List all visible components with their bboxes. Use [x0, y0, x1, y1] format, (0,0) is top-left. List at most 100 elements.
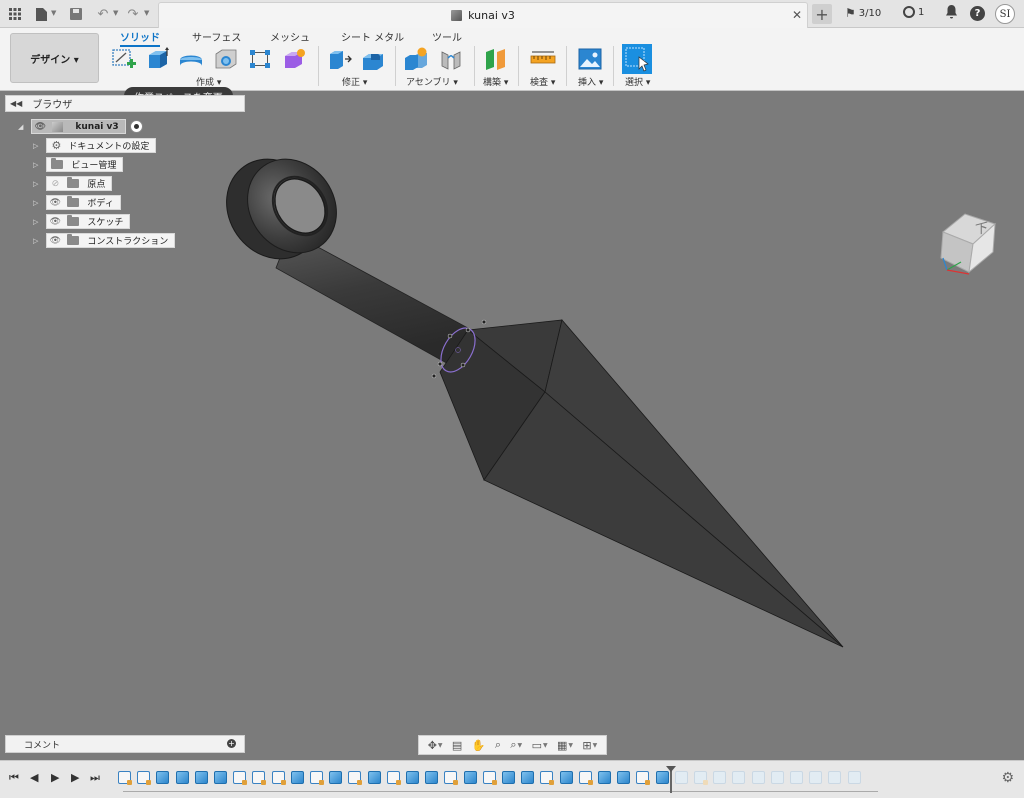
go-to-start-icon[interactable]: ⏮	[9, 771, 19, 785]
timeline-feature-icon[interactable]	[655, 771, 669, 784]
collapse-panel-icon[interactable]: ◀◀	[10, 99, 22, 108]
timeline-feature-icon[interactable]	[175, 771, 189, 784]
close-icon[interactable]: ✕	[792, 8, 802, 22]
step-forward-icon[interactable]: ▶	[71, 771, 79, 784]
timeline-sketch-icon[interactable]	[271, 771, 286, 785]
timeline-feature-icon[interactable]	[502, 771, 515, 784]
timeline-feature-icon[interactable]	[463, 771, 477, 784]
expand-arrow-icon[interactable]: ▷	[33, 218, 38, 226]
group-modify-label[interactable]: 修正 ▾	[342, 75, 367, 88]
timeline-feature-icon[interactable]	[214, 771, 227, 784]
timeline-feature-icon[interactable]	[406, 771, 419, 784]
timeline-feature-icon[interactable]	[156, 771, 170, 784]
view-cube[interactable]: 下	[935, 202, 1005, 280]
measure-icon[interactable]	[530, 46, 556, 72]
timeline-feature-icon[interactable]	[425, 771, 439, 784]
expand-arrow-icon[interactable]: ▷	[33, 199, 38, 207]
joint-icon[interactable]	[438, 46, 464, 72]
file-menu-caret-icon[interactable]: ▼	[51, 9, 56, 17]
tree-node[interactable]: ⚙ ドキュメントの設定	[46, 138, 157, 153]
orbit-icon[interactable]: ✥ ▼	[428, 739, 443, 752]
timeline-sketch-icon[interactable]	[694, 771, 708, 785]
offset-plane-icon[interactable]	[483, 46, 509, 72]
timeline-feature-icon[interactable]	[790, 771, 803, 784]
tree-node[interactable]: 👁 スケッチ	[46, 214, 131, 229]
timeline-sketch-icon[interactable]	[540, 771, 555, 785]
timeline-marker[interactable]	[666, 766, 676, 793]
activate-component-radio[interactable]	[129, 120, 143, 133]
document-tab[interactable]: kunai v3 ✕	[158, 2, 808, 28]
group-insert-label[interactable]: 挿入 ▾	[578, 75, 603, 88]
timeline-feature-icon[interactable]	[751, 771, 765, 784]
viewports-icon[interactable]: ⊞ ▼	[582, 739, 597, 752]
timeline-feature-icon[interactable]	[329, 771, 343, 784]
app-grid-icon[interactable]	[6, 5, 24, 23]
timeline-track[interactable]	[123, 788, 878, 792]
group-inspect-label[interactable]: 検査 ▾	[530, 75, 555, 88]
tree-node[interactable]: 👁 ボディ	[46, 195, 121, 210]
extrude-icon[interactable]	[145, 46, 171, 72]
eye-icon[interactable]: 👁	[47, 236, 63, 246]
expand-arrow-icon[interactable]: ▷	[33, 237, 38, 245]
bell-icon[interactable]	[945, 5, 958, 23]
timeline-feature-icon[interactable]	[713, 771, 727, 784]
insert-image-icon[interactable]	[577, 46, 603, 72]
undo-icon[interactable]: ↶	[94, 5, 112, 23]
undo-caret-icon[interactable]: ▼	[113, 9, 118, 17]
timeline-sketch-icon[interactable]	[482, 771, 497, 785]
timeline-feature-icon[interactable]	[194, 771, 208, 784]
timeline-sketch-icon[interactable]	[444, 771, 459, 785]
canvas-viewport[interactable]: 下	[0, 92, 1024, 757]
kunai-model[interactable]	[0, 92, 1024, 757]
tree-node[interactable]: 👁 コンストラクション	[46, 233, 176, 248]
timeline-sketch-icon[interactable]	[118, 771, 132, 785]
timeline-sketch-icon[interactable]	[252, 771, 267, 785]
pattern-icon[interactable]	[247, 46, 273, 72]
tree-node[interactable]: ビュー管理	[46, 157, 124, 172]
tree-item-named-views[interactable]: ▷ ビュー管理	[33, 157, 124, 172]
fillet-icon[interactable]	[360, 46, 386, 72]
grid-snaps-icon[interactable]: ▦ ▼	[557, 739, 573, 752]
timeline-sketch-icon[interactable]	[348, 771, 363, 785]
timeline-feature-icon[interactable]	[559, 771, 573, 784]
redo-caret-icon[interactable]: ▼	[144, 9, 149, 17]
timeline-feature-icon[interactable]	[674, 771, 688, 784]
step-back-icon[interactable]: ◀	[30, 771, 38, 784]
tree-item-sketches[interactable]: ▷ 👁 スケッチ	[33, 214, 131, 229]
fit-icon[interactable]: ⌕ ▼	[510, 738, 522, 752]
tree-node[interactable]: ⊘ 原点	[46, 176, 113, 191]
timeline-feature-icon[interactable]	[770, 771, 784, 784]
group-construct-label[interactable]: 構築 ▾	[483, 75, 508, 88]
eye-icon[interactable]: 👁	[32, 122, 48, 132]
create-form-icon[interactable]	[281, 46, 307, 72]
help-icon[interactable]: ?	[970, 6, 985, 21]
timeline-feature-icon[interactable]	[809, 771, 823, 784]
timeline-feature-icon[interactable]	[847, 771, 861, 784]
tab-solid[interactable]: ソリッド	[120, 29, 160, 47]
new-tab-button[interactable]: +	[812, 4, 832, 24]
timeline-feature-icon[interactable]	[828, 771, 842, 784]
create-sketch-icon[interactable]	[111, 46, 137, 72]
save-icon[interactable]	[67, 5, 85, 23]
add-comment-icon[interactable]: +	[227, 739, 236, 748]
expand-arrow-icon[interactable]: ▷	[33, 142, 38, 150]
timeline-feature-icon[interactable]	[367, 771, 381, 784]
new-component-icon[interactable]	[403, 46, 429, 72]
comments-panel[interactable]: コメント +	[5, 735, 245, 753]
browser-panel-header[interactable]: ◀◀ ブラウザ	[5, 95, 245, 112]
group-assembly-label[interactable]: アセンブリ ▾	[406, 75, 458, 88]
tree-node-root[interactable]: 👁 kunai v3	[31, 119, 126, 134]
tree-item-construction[interactable]: ▷ 👁 コンストラクション	[33, 233, 176, 248]
tab-sheet-metal[interactable]: シート メタル	[341, 29, 404, 44]
timeline-sketch-icon[interactable]	[233, 771, 248, 785]
timeline-sketch-icon[interactable]	[310, 771, 324, 785]
notification-center[interactable]: 1	[903, 6, 924, 18]
timeline-feature-icon[interactable]	[732, 771, 746, 784]
hole-icon[interactable]	[213, 46, 239, 72]
timeline-sketch-icon[interactable]	[137, 771, 152, 785]
eye-icon[interactable]: 👁	[47, 217, 63, 227]
avatar[interactable]: SI	[995, 4, 1015, 24]
eye-icon[interactable]: 👁	[47, 198, 63, 208]
expand-arrow-icon[interactable]: ▷	[33, 180, 38, 188]
group-select-label[interactable]: 選択 ▾	[625, 75, 650, 88]
